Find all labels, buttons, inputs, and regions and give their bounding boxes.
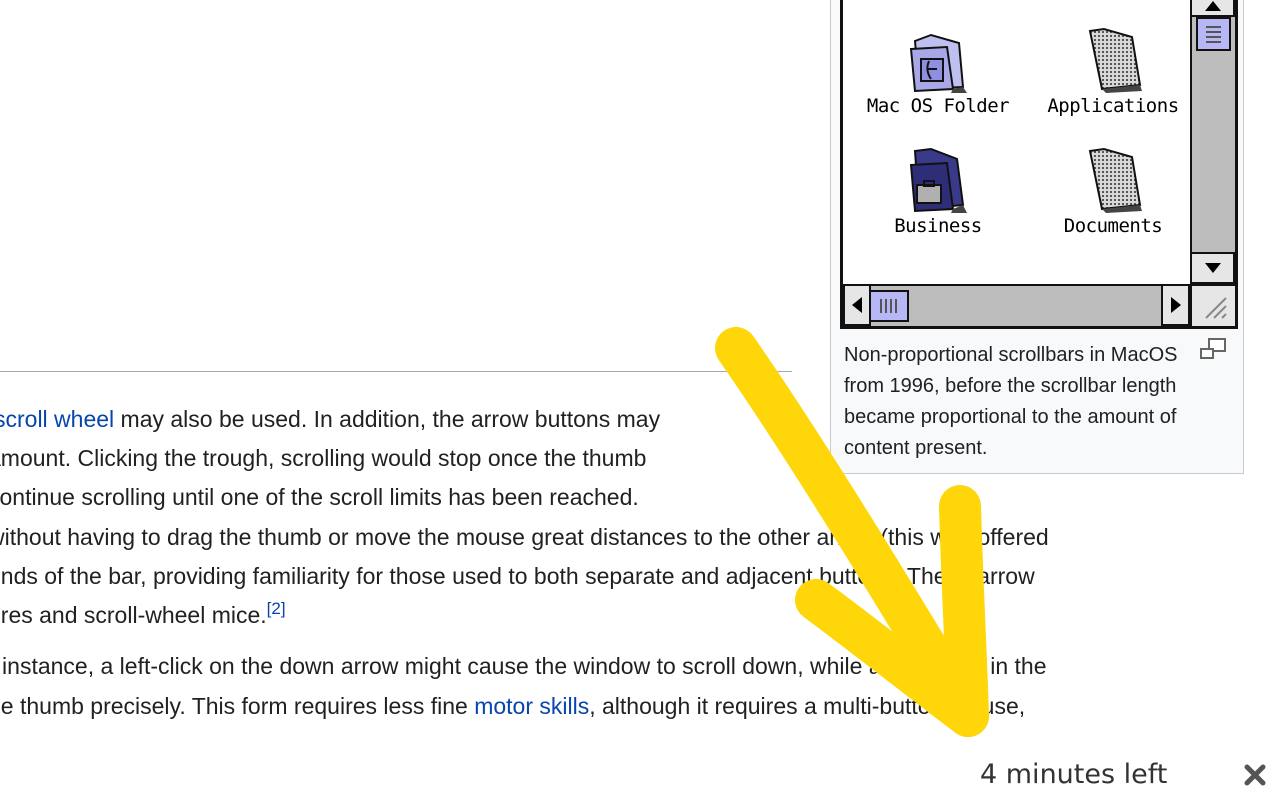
scroll-wheel-link[interactable]: scroll wheel (0, 406, 114, 432)
citation-link[interactable]: [2] (267, 599, 286, 618)
mac-finder-window-image[interactable]: Mac OS Folder Applications Business Docu… (840, 0, 1238, 329)
line-text: ures and scroll-wheel mice. (0, 602, 267, 628)
business-folder-item: Business (858, 147, 1018, 237)
article-line-4: without having to drag the thumb or move… (0, 524, 1049, 550)
business-folder-icon (909, 147, 967, 213)
finder-content: Mac OS Folder Applications Business Docu… (843, 0, 1190, 284)
icon-label: Documents (1061, 215, 1165, 237)
icon-label: Applications (1045, 95, 1181, 117)
thumbnail-caption: Non-proportional scrollbars in MacOS fro… (844, 344, 1178, 459)
article-line-8: he thumb precisely. This form requires l… (0, 691, 1025, 721)
horizontal-scroll-thumb[interactable] (869, 290, 909, 322)
close-icon[interactable] (1242, 762, 1268, 788)
section-divider (0, 371, 792, 372)
documents-folder-item: Documents (1033, 147, 1190, 237)
folder-icon (1088, 147, 1142, 213)
line-text: he thumb precisely. This form requires l… (0, 693, 475, 719)
scroll-up-arrow-icon[interactable] (1190, 0, 1235, 17)
icon-label: Mac OS Folder (864, 95, 1012, 117)
article-line-3: continue scrolling until one of the scro… (0, 484, 639, 510)
motor-skills-link[interactable]: motor skills (474, 693, 589, 719)
vertical-scrollbar[interactable] (1190, 0, 1235, 284)
article-line-6: ures and scroll-wheel mice.[2] (0, 600, 286, 630)
system-folder-icon (909, 33, 967, 93)
line-text: , although it requires a multi-button mo… (589, 693, 1026, 719)
scroll-down-arrow-icon[interactable] (1190, 252, 1235, 284)
article-line-5: ends of the bar, providing familiarity f… (0, 563, 1035, 589)
folder-icon (1088, 27, 1142, 93)
thumbnail-figure: Mac OS Folder Applications Business Docu… (830, 0, 1244, 474)
vertical-scroll-thumb[interactable] (1196, 17, 1231, 51)
download-time-remaining: 4 minutes left (980, 759, 1168, 790)
applications-folder-item: Applications (1033, 27, 1190, 117)
horizontal-scrollbar[interactable] (843, 284, 1190, 326)
line-text: may also be used. In addition, the arrow… (114, 406, 661, 432)
article-line-2: amount. Clicking the trough, scrolling w… (0, 445, 647, 471)
article-line-1: scroll wheel may also be used. In additi… (0, 404, 660, 434)
icon-label: Business (892, 215, 984, 237)
magnify-icon[interactable] (1199, 337, 1229, 366)
scroll-right-arrow-icon[interactable] (1161, 284, 1190, 326)
mac-os-folder-item: Mac OS Folder (858, 27, 1018, 117)
resize-grip-icon[interactable] (1190, 284, 1235, 326)
scroll-left-arrow-icon[interactable] (843, 284, 871, 326)
article-line-7: r instance, a left-click on the down arr… (0, 653, 1047, 679)
